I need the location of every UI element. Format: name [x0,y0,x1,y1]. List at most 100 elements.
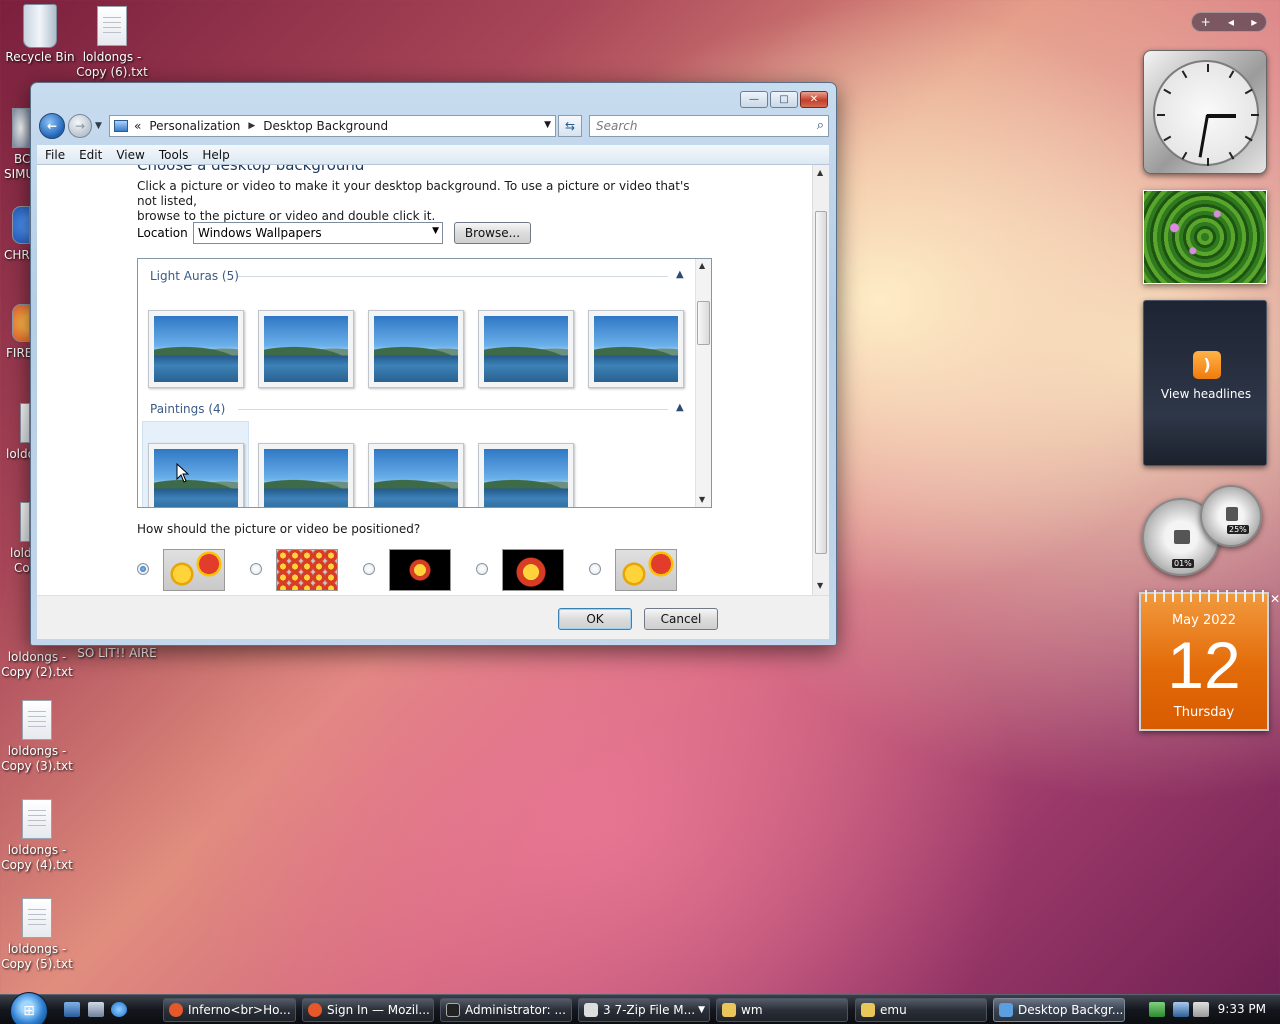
clock-tick [1207,158,1209,166]
tray-app-icon[interactable] [1149,1002,1165,1017]
forward-button[interactable]: → [68,114,92,138]
desktop-icon-recycle-bin[interactable]: Recycle Bin [0,4,80,65]
maximize-button[interactable]: □ [770,91,798,108]
recent-pages-dropdown[interactable]: ▼ [95,121,102,131]
taskbar-button[interactable]: Sign In — Mozil... [302,998,434,1022]
navigation-bar: ← → ▼ « Personalization ▶ Desktop Backgr… [39,113,829,139]
gadget-close-icon[interactable]: ✕ [1270,592,1280,606]
taskbar-button[interactable]: Inferno<br>Ho... [163,998,296,1022]
desktop-icon-partial[interactable]: FIRE [0,304,32,361]
desktop-icon-label: loldongs - [7,843,67,857]
view-headlines-link[interactable]: View headlines [1144,387,1268,401]
gadget-prev-button[interactable]: ◂ [1228,15,1234,29]
breadcrumb-overflow[interactable]: « [134,119,141,133]
position-preview-stretch[interactable] [615,549,677,591]
refresh-button[interactable]: ⇆ [558,115,582,137]
desktop-icon-partial[interactable]: BC SIMU [0,108,34,182]
scrollbar-thumb[interactable] [697,301,710,345]
position-preview-tile[interactable] [276,549,338,591]
add-gadget-button[interactable]: + [1201,15,1211,29]
menu-edit[interactable]: Edit [79,148,102,162]
taskbar-button[interactable]: wm [716,998,848,1022]
taskbar-button[interactable]: emu [855,998,987,1022]
taskbar-clock[interactable]: 9:33 PM [1218,1002,1266,1016]
menu-tools[interactable]: Tools [159,148,189,162]
taskbar-button-group[interactable]: 3 7-Zip File M... ▼ [578,998,710,1022]
ok-button[interactable]: OK [558,608,632,630]
desktop-icon-file[interactable]: loldongs - Copy (4).txt [0,799,77,873]
wallpaper-thumbnail[interactable] [478,310,574,388]
rss-icon: ) [1193,351,1221,379]
wallpaper-thumbnail[interactable] [478,443,574,507]
memory-icon [1226,507,1238,521]
browse-button[interactable]: Browse... [454,222,531,244]
address-bar[interactable]: « Personalization ▶ Desktop Background ▼ [109,115,556,137]
wallpaper-thumbnail[interactable] [368,310,464,388]
breadcrumb-separator-icon[interactable]: ▶ [248,121,255,131]
network-icon[interactable] [1173,1002,1189,1017]
clock-tick [1251,114,1259,116]
memory-meter-gadget[interactable]: 25% [1200,485,1262,547]
wallpaper-thumbnail[interactable] [588,310,684,388]
menu-view[interactable]: View [116,148,144,162]
desktop-icon-partial[interactable]: loldo [0,403,35,462]
collapse-icon[interactable]: ▲ [676,402,684,413]
search-icon[interactable]: ⌕ [817,118,824,133]
calendar-gadget[interactable]: May 2022 12 Thursday [1139,590,1269,731]
search-input[interactable]: Search ⌕ [589,115,829,137]
slideshow-gadget[interactable] [1143,190,1267,284]
position-radio-center[interactable] [363,563,375,575]
minimize-button[interactable]: — [740,91,768,108]
scrollbar-thumb[interactable] [815,211,827,554]
desktop-icon-file[interactable]: loldongs - Copy (3).txt [0,700,77,774]
desktop-icon-partial[interactable]: lold Co [0,502,32,576]
show-desktop-icon[interactable] [64,1002,80,1017]
menu-file[interactable]: File [45,148,65,162]
clock-tick [1244,88,1253,95]
start-button[interactable]: ⊞ [10,992,48,1024]
back-button[interactable]: ← [39,113,65,139]
wallpaper-thumbnail[interactable] [148,310,244,388]
taskbar-button-active[interactable]: Desktop Backgr... [993,998,1125,1022]
breadcrumb-desktop-background[interactable]: Desktop Background [263,119,388,133]
position-radio-fit[interactable] [476,563,488,575]
feed-headlines-gadget[interactable]: ) View headlines [1143,300,1267,466]
location-select[interactable]: Windows Wallpapers ▼ [193,222,443,244]
scroll-up-icon[interactable]: ▲ [699,261,705,270]
close-button[interactable]: ✕ [800,91,828,108]
taskbar-button[interactable]: Administrator: ... [440,998,572,1022]
group-header-light-auras[interactable]: Light Auras (5) [150,269,239,283]
scroll-down-icon[interactable]: ▼ [817,581,823,590]
address-dropdown-icon[interactable]: ▼ [544,120,551,130]
cancel-button[interactable]: Cancel [644,608,718,630]
breadcrumb-personalization[interactable]: Personalization [149,119,240,133]
location-label: Location [137,226,188,240]
wallpaper-thumbnail[interactable] [258,443,354,507]
gadget-next-button[interactable]: ▸ [1251,15,1257,29]
gallery-scrollbar[interactable]: ▲ ▼ [695,259,711,507]
internet-explorer-icon[interactable] [111,1002,127,1017]
desktop-icon-label-so-lit[interactable]: SO LIT!! AIRE [72,646,162,661]
content-scrollbar[interactable]: ▲ ▼ [812,165,829,595]
position-radio-tile[interactable] [250,563,262,575]
wallpaper-thumbnail[interactable] [368,443,464,507]
wallpaper-thumbnail[interactable] [148,443,244,507]
desktop-icon-partial[interactable]: CHR [0,206,30,263]
system-tray: 9:33 PM [1143,995,1280,1024]
desktop-icon-file[interactable]: loldongs - Copy (5).txt [0,898,77,972]
desktop-icon-file[interactable]: loldongs - Copy (6).txt [72,6,152,80]
position-preview-center[interactable] [389,549,451,591]
clock-gadget[interactable] [1143,50,1267,174]
position-preview-fit[interactable] [502,549,564,591]
position-radio-fill[interactable] [137,563,149,575]
group-header-paintings[interactable]: Paintings (4) [150,402,225,416]
position-preview-fill[interactable] [163,549,225,591]
position-radio-stretch[interactable] [589,563,601,575]
switch-windows-icon[interactable] [88,1002,104,1017]
menu-help[interactable]: Help [202,148,229,162]
scroll-down-icon[interactable]: ▼ [699,495,705,504]
wallpaper-thumbnail[interactable] [258,310,354,388]
volume-muted-icon[interactable] [1193,1002,1209,1017]
scroll-up-icon[interactable]: ▲ [817,168,823,177]
collapse-icon[interactable]: ▲ [676,269,684,280]
